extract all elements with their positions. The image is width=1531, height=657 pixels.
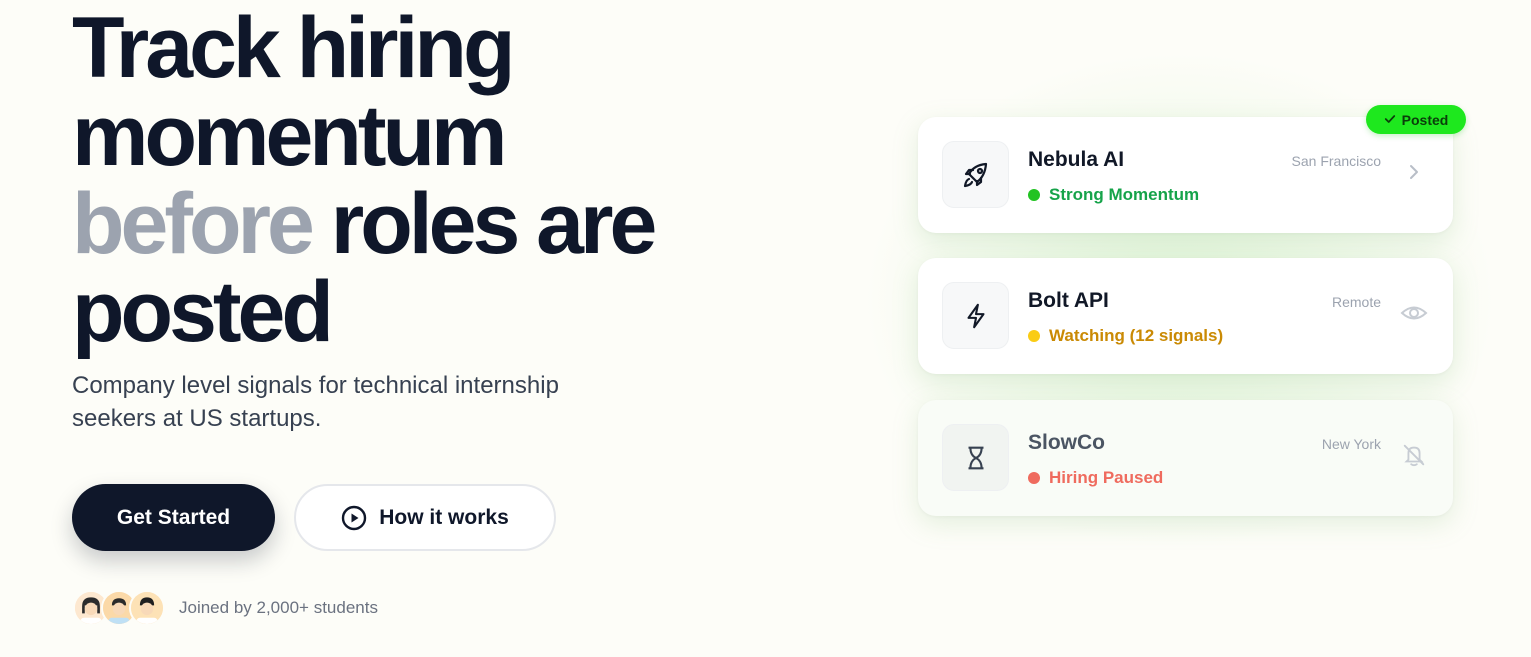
avatar <box>129 590 165 626</box>
rocket-icon <box>942 141 1009 208</box>
headline-line-1: Track hiring <box>72 0 515 96</box>
bell-off-icon[interactable] <box>1399 440 1429 470</box>
get-started-button[interactable]: Get Started <box>72 484 275 551</box>
status-indicator: Watching (12 signals) <box>1028 326 1223 346</box>
chevron-right-icon[interactable] <box>1399 157 1429 187</box>
status-dot <box>1028 189 1040 201</box>
social-proof: Joined by 2,000+ students <box>73 590 378 626</box>
posted-badge-label: Posted <box>1401 111 1449 128</box>
headline-line-2: momentum <box>72 88 507 184</box>
status-dot <box>1028 330 1040 342</box>
hero-subtitle: Company level signals for technical inte… <box>72 372 559 432</box>
company-card-nebula-ai[interactable]: Nebula AI Strong Momentum San Francisco <box>918 117 1453 233</box>
company-location: San Francisco <box>1291 153 1381 169</box>
headline-line-3-rest: roles are <box>310 176 658 272</box>
status-indicator: Hiring Paused <box>1028 468 1163 488</box>
eye-icon[interactable] <box>1399 298 1429 328</box>
play-circle-icon <box>341 505 367 531</box>
status-dot <box>1028 472 1040 484</box>
avatar-group <box>73 590 165 626</box>
headline-muted-word: before <box>72 176 315 272</box>
company-location: Remote <box>1331 294 1381 310</box>
check-icon <box>1384 112 1396 128</box>
company-name: Bolt API <box>1028 289 1109 312</box>
company-card-bolt-api[interactable]: Bolt API Watching (12 signals) Remote <box>918 258 1453 374</box>
status-text: Hiring Paused <box>1049 468 1164 487</box>
hero-headline: Track hiring momentum before roles are p… <box>72 4 772 356</box>
company-name: SlowCo <box>1028 431 1105 454</box>
company-card-slowco[interactable]: SlowCo Hiring Paused New York <box>918 400 1453 516</box>
hourglass-icon <box>942 424 1009 491</box>
how-it-works-label: How it works <box>379 505 509 529</box>
bolt-icon <box>942 282 1009 349</box>
company-location: New York <box>1321 436 1381 452</box>
headline-line-4: posted <box>72 264 334 360</box>
company-name: Nebula AI <box>1028 148 1125 171</box>
posted-badge: Posted <box>1366 105 1466 134</box>
status-text: Strong Momentum <box>1049 185 1200 204</box>
status-text: Watching (12 signals) <box>1049 326 1224 345</box>
social-proof-text: Joined by 2,000+ students <box>179 598 378 617</box>
how-it-works-button[interactable]: How it works <box>294 484 556 551</box>
status-indicator: Strong Momentum <box>1028 185 1199 205</box>
